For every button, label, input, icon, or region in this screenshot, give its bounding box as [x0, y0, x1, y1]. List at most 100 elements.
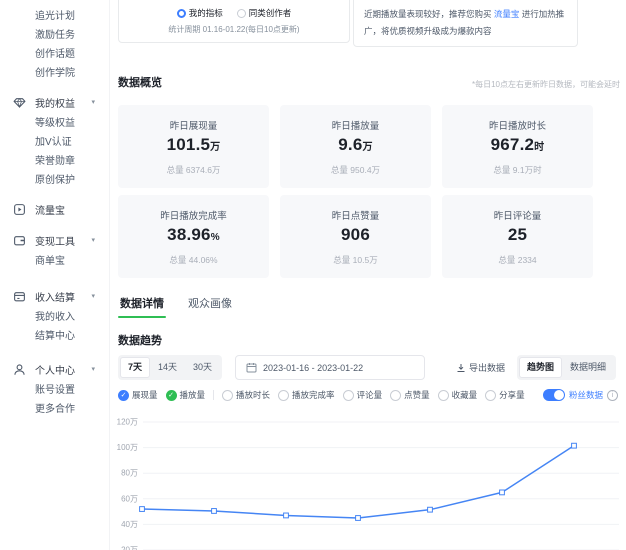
- sidebar-item[interactable]: 激励任务: [0, 24, 109, 43]
- trend-right-controls: 导出数据 趋势图 数据明细: [456, 355, 616, 380]
- trend-line-chart[interactable]: 120万100万80万60万40万20万: [110, 416, 626, 550]
- tab-data-detail[interactable]: 数据详情: [118, 295, 166, 318]
- promo-text: 近期播放量表现较好，推荐您购买 流量宝 进行加热推广，将优质视频升级成为爆款内容: [364, 6, 567, 40]
- sidebar-item-label: 更多合作: [35, 400, 75, 415]
- sidebar-item-label: 账号设置: [35, 381, 75, 396]
- info-icon: i: [607, 390, 618, 401]
- data-point-marker[interactable]: [140, 507, 145, 512]
- stat-card: 昨日评论量 25 总量 2334: [442, 195, 593, 278]
- stat-card-label: 昨日播放时长: [489, 118, 546, 132]
- unchecked-circle-icon: [390, 390, 401, 401]
- sidebar-item[interactable]: 账号设置: [0, 379, 109, 398]
- range-7d-button[interactable]: 7天: [120, 357, 150, 378]
- date-range-picker[interactable]: 2023-01-16 - 2023-01-22: [235, 355, 425, 380]
- y-axis-tick-label: 120万: [117, 418, 138, 427]
- stat-card-unit: 时: [534, 142, 544, 153]
- stat-card-total: 总量 44.06%: [169, 254, 217, 266]
- chevron-down-icon: ▾: [91, 360, 95, 379]
- sidebar-item[interactable]: 我的收入: [0, 306, 109, 325]
- range-14d-button[interactable]: 14天: [150, 357, 185, 378]
- sidebar-item[interactable]: 追光计划: [0, 5, 109, 24]
- metric-checkbox[interactable]: 评论量: [343, 389, 383, 401]
- gem-icon: [13, 96, 26, 109]
- sidebar-item-label: 追光计划: [35, 7, 75, 22]
- trend-filter-row: 7天 14天 30天 2023-01-16 - 2023-01-22: [118, 355, 616, 380]
- promo-text-before: 近期播放量表现较好，推荐您购买: [364, 9, 494, 19]
- sidebar-item[interactable]: 原创保护: [0, 169, 109, 188]
- stat-card-value: 101.5万: [167, 135, 221, 155]
- data-point-marker[interactable]: [500, 490, 505, 495]
- sidebar-item-label: 我的权益: [35, 95, 75, 110]
- sidebar-item[interactable]: 结算中心: [0, 325, 109, 344]
- metric-checkbox[interactable]: 播放完成率: [278, 389, 335, 401]
- sidebar-item[interactable]: 个人中心 ▾: [0, 360, 109, 379]
- metric-checkbox[interactable]: ✓展现量: [118, 389, 158, 401]
- traffic-booster-link[interactable]: 流量宝: [494, 9, 520, 19]
- sidebar-item[interactable]: 收入结算▾: [0, 287, 109, 306]
- stat-card-label: 昨日点赞量: [332, 208, 380, 222]
- stat-card-value: 25: [508, 225, 527, 245]
- metric-scope-radios: 我的指标 同类创作者: [177, 7, 292, 19]
- sidebar-item[interactable]: 等级权益: [0, 112, 109, 131]
- stat-card-label: 昨日评论量: [494, 208, 542, 222]
- sidebar-item-label: 商单宝: [35, 252, 65, 267]
- sidebar-item-label: 个人中心: [35, 362, 75, 377]
- sidebar: 追光计划激励任务创作话题创作学院我的权益▾等级权益加V认证荣誉勋章原创保护流量宝…: [0, 0, 110, 550]
- data-point-marker[interactable]: [572, 443, 577, 448]
- stat-card: 昨日播放时长967.2时总量 9.1万时: [442, 105, 593, 188]
- sidebar-item-label: 结算中心: [35, 327, 75, 342]
- creator-analytics-dashboard: 追光计划激励任务创作话题创作学院我的权益▾等级权益加V认证荣誉勋章原创保护流量宝…: [0, 0, 626, 550]
- traffic-icon: [13, 203, 26, 216]
- metric-checkbox[interactable]: 播放时长: [222, 389, 270, 401]
- checked-circle-icon: ✓: [118, 390, 129, 401]
- stat-card-value: 9.6万: [338, 135, 372, 155]
- metric-checkbox[interactable]: 收藏量: [438, 389, 478, 401]
- sidebar-item[interactable]: 我的权益▾: [0, 93, 109, 112]
- sidebar-item[interactable]: 流量宝: [0, 200, 109, 219]
- stat-card-total: 总量 2334: [498, 254, 536, 266]
- radio-similar-creators[interactable]: 同类创作者: [237, 7, 292, 19]
- sidebar-item-label: 我的收入: [35, 308, 75, 323]
- metric-checkbox[interactable]: 分享量: [485, 389, 525, 401]
- metric-scope-card: 我的指标 同类创作者 统计周期 01.16-01.22(每日10点更新): [118, 0, 350, 43]
- stat-card-total: 总量 9.1万时: [493, 164, 541, 176]
- detail-tabs: 数据详情 观众画像: [118, 295, 234, 318]
- user-icon: [13, 363, 26, 376]
- data-point-marker[interactable]: [212, 509, 217, 514]
- data-point-marker[interactable]: [284, 513, 289, 518]
- metric-checkbox[interactable]: ✓播放量: [166, 389, 206, 401]
- fans-data-toggle[interactable]: [543, 389, 565, 401]
- overview-title: 数据概览: [118, 74, 162, 90]
- metric-label: 播放量: [180, 389, 206, 401]
- unchecked-circle-icon: [278, 390, 289, 401]
- y-axis-tick-label: 100万: [117, 443, 138, 452]
- tab-audience-portrait[interactable]: 观众画像: [186, 295, 234, 318]
- sidebar-item[interactable]: 加V认证: [0, 131, 109, 150]
- sidebar-item-label: 等级权益: [35, 114, 75, 129]
- metric-checkbox[interactable]: 点赞量: [390, 389, 430, 401]
- view-trend-chart-button[interactable]: 趋势图: [519, 357, 562, 378]
- sidebar-item[interactable]: 更多合作: [0, 398, 109, 417]
- data-point-marker[interactable]: [356, 516, 361, 521]
- range-30d-button[interactable]: 30天: [185, 357, 220, 378]
- stat-card-value: 38.96%: [167, 225, 220, 245]
- export-data-button[interactable]: 导出数据: [456, 361, 505, 374]
- fans-data-label: 粉丝数据: [569, 389, 603, 401]
- sidebar-item[interactable]: 商单宝: [0, 250, 109, 269]
- stat-card: 昨日展现量101.5万总量 6374.6万: [118, 105, 269, 188]
- chevron-down-icon: ▾: [91, 287, 95, 306]
- radio-my-metrics[interactable]: 我的指标: [177, 7, 223, 19]
- sidebar-item[interactable]: 荣誉勋章: [0, 150, 109, 169]
- sidebar-item-label: 原创保护: [35, 171, 75, 186]
- income-icon: [13, 290, 26, 303]
- metric-label: 播放完成率: [292, 389, 335, 401]
- sidebar-item[interactable]: 创作学院: [0, 62, 109, 81]
- sidebar-item-label: 变现工具: [35, 233, 75, 248]
- stat-card-label: 昨日展现量: [170, 118, 218, 132]
- view-data-detail-button[interactable]: 数据明细: [562, 357, 614, 378]
- sidebar-item[interactable]: 创作话题: [0, 43, 109, 62]
- stat-card-unit: %: [211, 232, 220, 243]
- sidebar-item[interactable]: 变现工具▾: [0, 231, 109, 250]
- radio-unselected-icon: [237, 9, 246, 18]
- data-point-marker[interactable]: [428, 507, 433, 512]
